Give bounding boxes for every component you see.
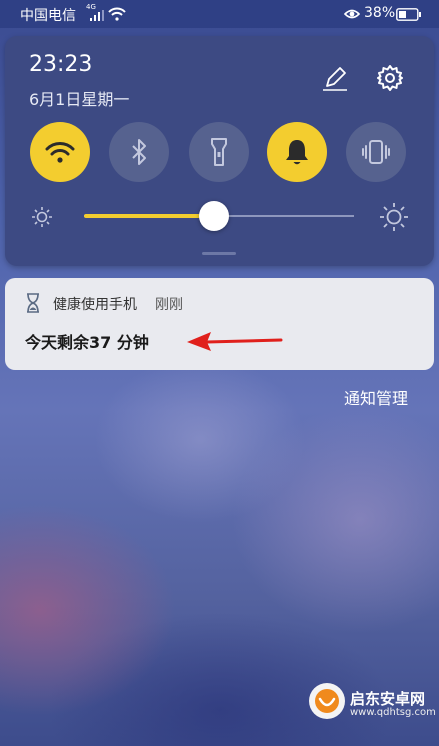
red-arrow-annotation <box>187 332 283 351</box>
wifi-icon <box>45 142 75 163</box>
battery-icon <box>396 8 421 21</box>
date-label: 6月1日星期一 <box>29 90 130 109</box>
quick-settings-panel: 23:23 6月1日星期一 <box>5 36 434 266</box>
signal-icon <box>90 10 104 21</box>
wifi-toggle[interactable] <box>30 122 90 182</box>
brightness-slider-thumb[interactable] <box>199 201 229 231</box>
brightness-low-icon <box>32 207 52 227</box>
settings-gear-icon[interactable] <box>375 63 405 93</box>
bell-icon <box>286 140 308 165</box>
vibrate-icon <box>362 140 390 164</box>
notification-time: 刚刚 <box>155 297 183 313</box>
bluetooth-toggle[interactable] <box>109 122 169 182</box>
watermark-logo-icon <box>315 689 339 713</box>
flashlight-toggle[interactable] <box>189 122 249 182</box>
watermark-url: www.qdhtsg.com <box>350 707 436 718</box>
wifi-icon <box>108 7 126 21</box>
hourglass-icon <box>27 293 39 313</box>
notification-card[interactable]: 健康使用手机 刚刚 今天剩余37 分钟 <box>5 278 434 370</box>
watermark-title: 启东安卓网 <box>350 690 426 708</box>
panel-drag-handle[interactable] <box>202 252 236 255</box>
battery-percent: 38% <box>364 5 396 21</box>
edit-icon[interactable] <box>321 64 349 92</box>
carrier-label: 中国电信 <box>20 8 76 24</box>
watermark-logo <box>309 683 345 719</box>
flashlight-icon <box>211 138 227 166</box>
eye-comfort-icon <box>344 9 360 19</box>
status-bar: 中国电信 4G 38% <box>0 0 439 28</box>
vibrate-toggle[interactable] <box>346 122 406 182</box>
clock: 23:23 <box>29 52 93 77</box>
brightness-fill <box>84 214 214 218</box>
notification-manage-link[interactable]: 通知管理 <box>344 385 408 409</box>
brightness-high-icon <box>380 203 408 231</box>
bluetooth-icon <box>132 139 146 165</box>
notification-app-name: 健康使用手机 <box>53 297 137 313</box>
notification-body: 今天剩余37 分钟 <box>25 333 149 352</box>
sound-toggle[interactable] <box>267 122 327 182</box>
